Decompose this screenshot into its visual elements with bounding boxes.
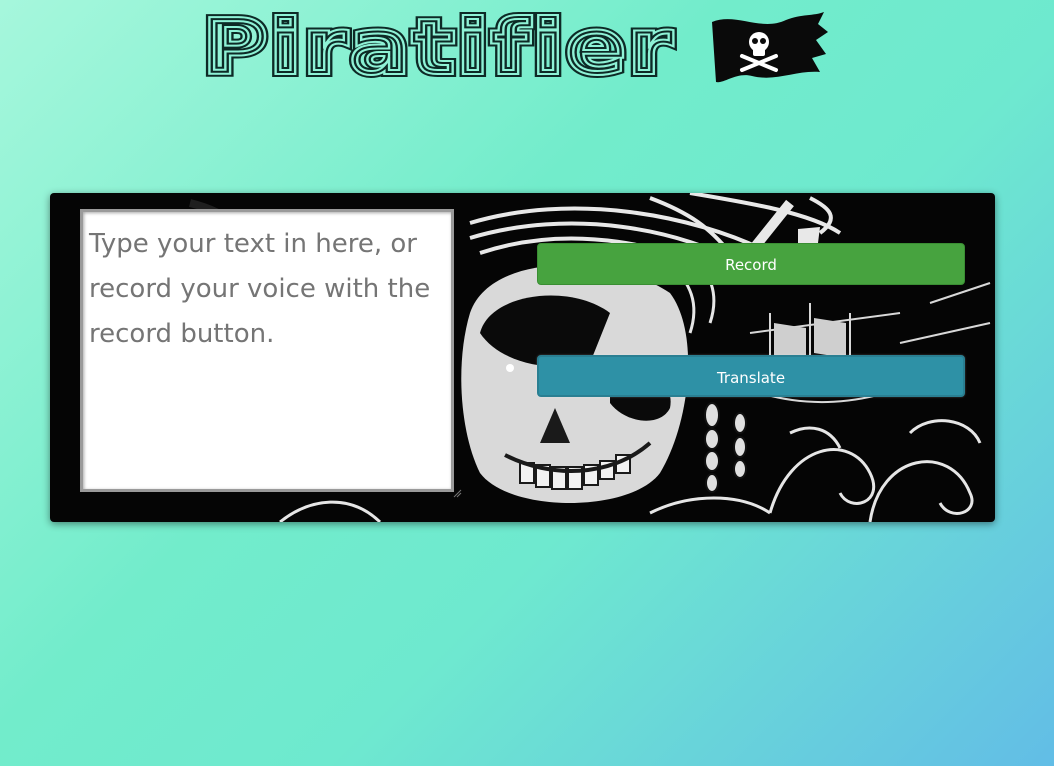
resize-grip-icon[interactable] (452, 488, 462, 498)
title-text-line: Piratifier (204, 6, 676, 86)
translate-button[interactable]: Translate (537, 355, 965, 397)
page-title: Piratifier Piratifier Piratifier (200, 6, 677, 86)
text-input[interactable] (80, 209, 454, 492)
record-button[interactable]: Record (537, 243, 965, 285)
page-header: Piratifier Piratifier Piratifier (200, 6, 840, 90)
jolly-roger-flag-icon (712, 12, 828, 83)
translator-panel: Record Translate (50, 193, 995, 522)
